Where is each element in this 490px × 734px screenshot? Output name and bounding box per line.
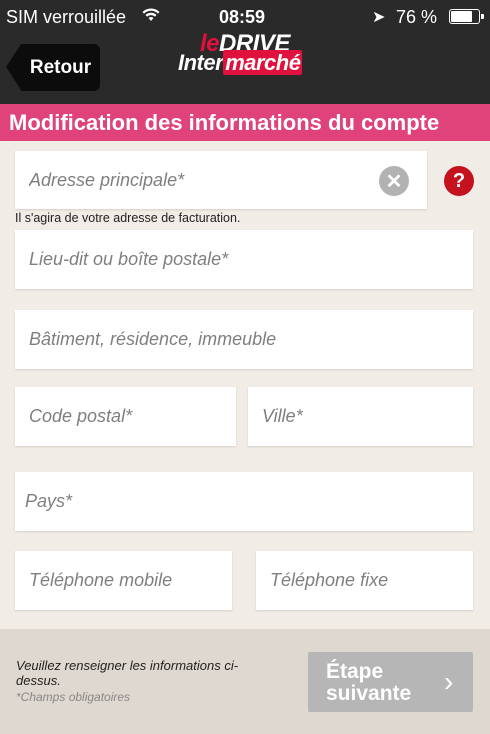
address-field[interactable] — [15, 151, 427, 209]
next-step-label: Étape suivante — [326, 660, 412, 705]
battery-percent: 76 % — [396, 7, 438, 27]
location-arrow-icon: ➤ — [372, 9, 386, 26]
chevron-right-icon: › — [444, 666, 454, 697]
carrier-label: SIM verrouillée — [6, 7, 127, 27]
required-fields-note: *Champs obligatoires — [16, 690, 131, 704]
lieu-dit-field[interactable] — [15, 230, 473, 289]
mobile-phone-input[interactable] — [15, 551, 232, 610]
page-title-band: Modification des informations du compte — [0, 104, 490, 141]
help-icon[interactable]: ? — [444, 166, 474, 196]
next-step-button[interactable]: Étape suivante › — [308, 652, 473, 712]
address-hint: Il s'agira de votre adresse de facturati… — [15, 211, 241, 225]
mobile-phone-field[interactable] — [15, 551, 232, 610]
back-button[interactable]: Retour — [6, 44, 100, 91]
country-field[interactable] — [15, 472, 473, 531]
postal-code-input[interactable] — [15, 387, 236, 446]
batiment-input[interactable] — [15, 310, 473, 369]
clock: 08:59 — [219, 7, 266, 27]
page-title: Modification des informations du compte — [9, 110, 440, 135]
footer-message: Veuillez renseigner les informations ci-… — [16, 658, 239, 688]
back-button-label: Retour — [21, 44, 100, 91]
country-input[interactable] — [15, 472, 473, 531]
wifi-icon — [142, 7, 160, 28]
back-arrow-icon — [6, 44, 21, 90]
battery-icon — [449, 9, 484, 24]
drive-intermarche-logo: leDRIVE Intermarché — [178, 30, 303, 75]
address-input[interactable] — [15, 151, 427, 209]
postal-code-field[interactable] — [15, 387, 236, 446]
batiment-field[interactable] — [15, 310, 473, 369]
status-bar: SIM verrouillée 08:59 ➤ 76 % — [0, 0, 490, 34]
clear-icon[interactable]: ✕ — [379, 166, 409, 196]
city-field[interactable] — [248, 387, 473, 446]
landline-phone-field[interactable] — [256, 551, 473, 610]
lieu-dit-input[interactable] — [15, 230, 473, 289]
landline-phone-input[interactable] — [256, 551, 473, 610]
city-input[interactable] — [248, 387, 473, 446]
